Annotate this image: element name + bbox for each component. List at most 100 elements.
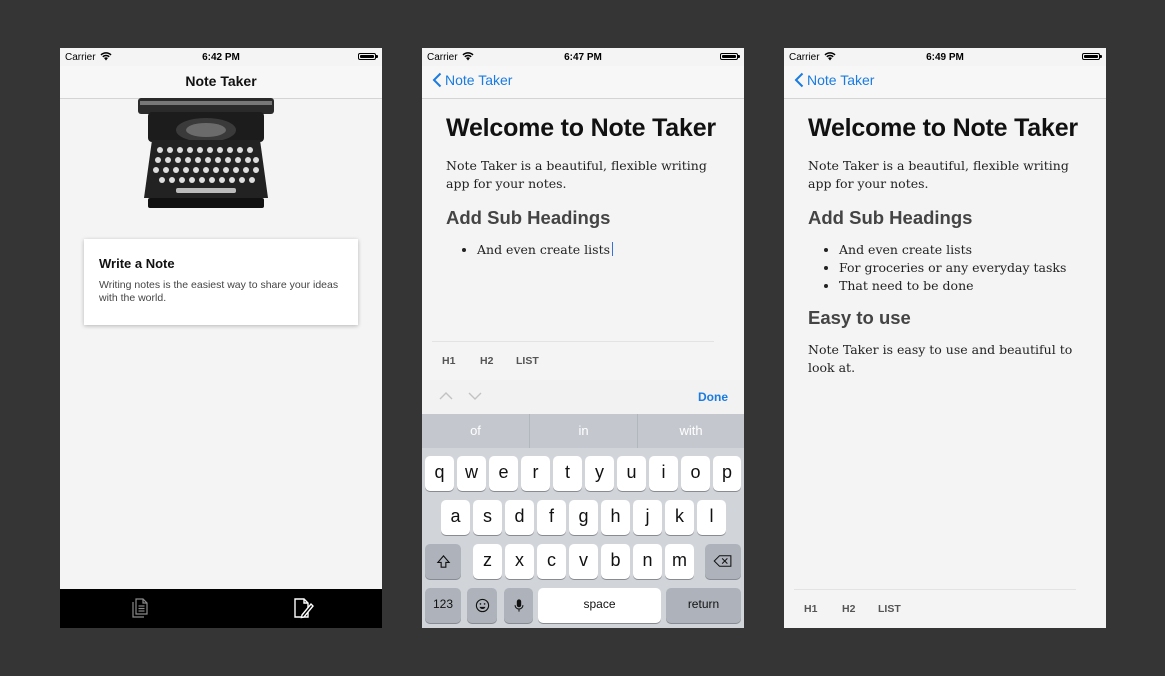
chevron-up-icon[interactable] xyxy=(439,391,453,401)
list-button[interactable]: LIST xyxy=(878,603,901,615)
navigation-bar: Note Taker xyxy=(422,66,744,99)
nav-title: Note Taker xyxy=(185,73,257,89)
key-z[interactable]: z xyxy=(473,544,502,579)
status-bar: Carrier 6:49 PM xyxy=(784,48,1106,66)
microphone-icon xyxy=(514,599,523,612)
note-screen: Carrier 6:49 PM Note Taker Welcome to No… xyxy=(784,48,1106,628)
delete-key[interactable] xyxy=(705,544,741,579)
key-x[interactable]: x xyxy=(505,544,534,579)
key-o[interactable]: o xyxy=(681,456,710,491)
navigation-bar: Note Taker xyxy=(784,66,1106,99)
note-list: And even create lists xyxy=(446,241,724,259)
note-subheading-2: Easy to use xyxy=(808,307,911,328)
space-key[interactable]: space xyxy=(538,588,661,623)
h2-button[interactable]: H2 xyxy=(842,603,855,615)
key-c[interactable]: c xyxy=(537,544,566,579)
back-button[interactable]: Note Taker xyxy=(794,72,874,88)
list-button[interactable]: LIST xyxy=(516,355,539,367)
navigation-bar: Note Taker xyxy=(60,66,382,99)
typewriter-image xyxy=(138,98,274,208)
numbers-key[interactable]: 123 xyxy=(425,588,461,623)
key-b[interactable]: b xyxy=(601,544,630,579)
back-label: Note Taker xyxy=(807,72,875,88)
key-d[interactable]: d xyxy=(505,500,534,535)
emoji-key[interactable] xyxy=(467,588,497,623)
note-intro: Note Taker is a beautiful, flexible writ… xyxy=(446,158,707,191)
toolbar-divider xyxy=(432,341,714,342)
shift-icon xyxy=(436,555,450,568)
key-m[interactable]: m xyxy=(665,544,694,579)
key-n[interactable]: n xyxy=(633,544,662,579)
chevron-left-icon xyxy=(432,72,442,88)
note-editor[interactable]: Welcome to Note Taker Note Taker is a be… xyxy=(808,114,1086,391)
backspace-icon xyxy=(713,555,732,567)
shift-key[interactable] xyxy=(425,544,461,579)
editor-screen: Carrier 6:47 PM Note Taker Welcome to No… xyxy=(422,48,744,628)
h2-button[interactable]: H2 xyxy=(480,355,493,367)
key-r[interactable]: r xyxy=(521,456,550,491)
key-e[interactable]: e xyxy=(489,456,518,491)
key-g[interactable]: g xyxy=(569,500,598,535)
key-t[interactable]: t xyxy=(553,456,582,491)
format-toolbar: H1 H2 LIST xyxy=(422,341,744,379)
key-w[interactable]: w xyxy=(457,456,486,491)
text-caret xyxy=(612,242,614,256)
key-a[interactable]: a xyxy=(441,500,470,535)
list-item: And even create lists xyxy=(839,241,1086,259)
note-intro: Note Taker is a beautiful, flexible writ… xyxy=(808,158,1069,191)
predictive-bar: of in with xyxy=(422,414,744,448)
list-item: And even create lists xyxy=(477,241,724,259)
keyboard-accessory-bar: Done xyxy=(422,380,744,414)
key-j[interactable]: j xyxy=(633,500,662,535)
toolbar-divider xyxy=(794,589,1076,590)
done-button[interactable]: Done xyxy=(698,390,728,404)
key-y[interactable]: y xyxy=(585,456,614,491)
emoji-icon xyxy=(475,598,489,613)
battery-icon xyxy=(358,53,378,60)
note-editor[interactable]: Welcome to Note Taker Note Taker is a be… xyxy=(446,114,724,271)
prediction-in[interactable]: in xyxy=(530,414,637,448)
key-k[interactable]: k xyxy=(665,500,694,535)
chevron-left-icon xyxy=(794,72,804,88)
key-f[interactable]: f xyxy=(537,500,566,535)
status-time: 6:47 PM xyxy=(564,52,602,63)
note-heading: Welcome to Note Taker xyxy=(446,114,716,142)
key-p[interactable]: p xyxy=(713,456,741,491)
list-item: That need to be done xyxy=(839,277,1086,295)
key-u[interactable]: u xyxy=(617,456,646,491)
note-subheading: Add Sub Headings xyxy=(808,207,973,228)
format-toolbar: H1 H2 LIST xyxy=(784,589,1106,627)
key-q[interactable]: q xyxy=(425,456,454,491)
list-item: For groceries or any everyday tasks xyxy=(839,259,1086,277)
compose-icon[interactable] xyxy=(290,596,314,620)
key-l[interactable]: l xyxy=(697,500,726,535)
home-screen: Carrier 6:42 PM Note Taker Write a Note … xyxy=(60,48,382,628)
h1-button[interactable]: H1 xyxy=(804,603,817,615)
key-h[interactable]: h xyxy=(601,500,630,535)
note-heading: Welcome to Note Taker xyxy=(808,114,1078,142)
status-time: 6:42 PM xyxy=(202,52,240,63)
notes-list-icon[interactable] xyxy=(128,596,152,620)
chevron-down-icon[interactable] xyxy=(468,391,482,401)
key-i[interactable]: i xyxy=(649,456,678,491)
back-label: Note Taker xyxy=(445,72,513,88)
key-v[interactable]: v xyxy=(569,544,598,579)
tab-bar xyxy=(60,589,382,628)
status-bar: Carrier 6:42 PM xyxy=(60,48,382,66)
prediction-with[interactable]: with xyxy=(638,414,744,448)
prediction-of[interactable]: of xyxy=(422,414,529,448)
note-list: And even create lists For groceries or a… xyxy=(808,241,1086,295)
card-title: Write a Note xyxy=(99,256,175,271)
keyboard: of in with q w e r t y u i o p a s d f g… xyxy=(422,414,744,628)
return-key[interactable]: return xyxy=(666,588,741,623)
note-paragraph: Note Taker is easy to use and beautiful … xyxy=(808,342,1073,375)
status-time: 6:49 PM xyxy=(926,52,964,63)
status-bar: Carrier 6:47 PM xyxy=(422,48,744,66)
write-note-card[interactable]: Write a Note Writing notes is the easies… xyxy=(84,239,358,325)
h1-button[interactable]: H1 xyxy=(442,355,455,367)
battery-icon xyxy=(720,53,740,60)
back-button[interactable]: Note Taker xyxy=(432,72,512,88)
key-s[interactable]: s xyxy=(473,500,502,535)
battery-icon xyxy=(1082,53,1102,60)
dictation-key[interactable] xyxy=(504,588,533,623)
